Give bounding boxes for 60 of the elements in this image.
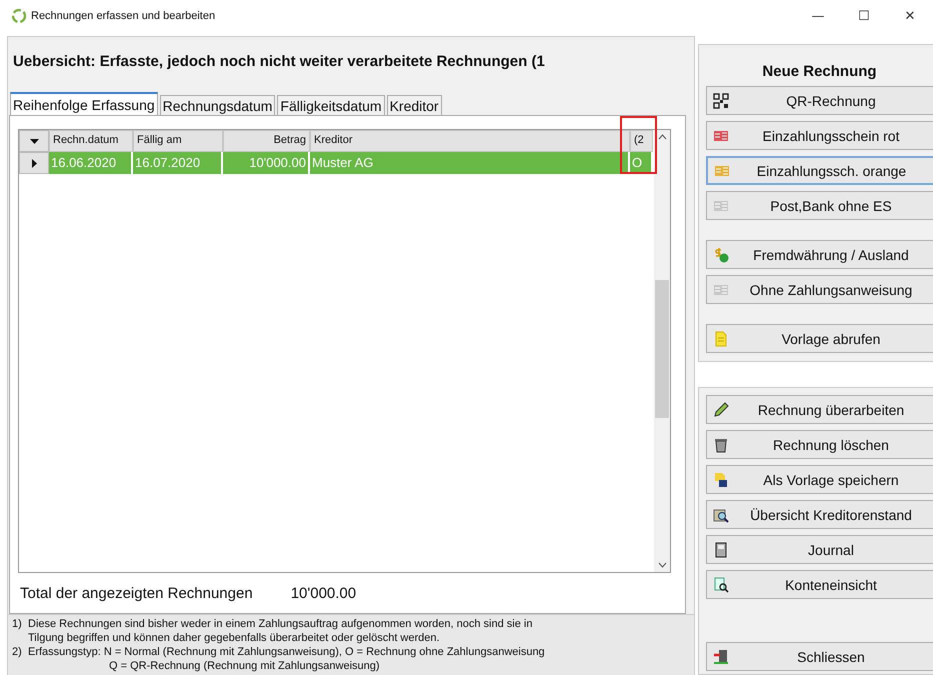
total-value: 10'000.00 [290,584,356,602]
table-cell: 16.06.2020 [49,152,133,174]
window-control-button[interactable]: ✕ [887,0,933,32]
window-control-button[interactable]: — [795,0,841,32]
action-button[interactable]: Als Vorlage speichern [706,465,933,494]
scrollbar[interactable] [654,130,670,572]
action-button[interactable]: Schliessen [706,642,933,671]
action-button[interactable]: Konteneinsicht [706,570,933,599]
column-header[interactable]: Betrag [223,130,310,152]
footnote-text: Erfassungstyp: N = Normal (Rechnung mit Zahlungsanweisung), O = Rechnung ohne Zahlungsanweisung [28,645,545,659]
footnote-text: Q = QR-Rechnung (Rechnung mit Zahlungsanweisung) [108,659,381,673]
tab[interactable]: Reihenfolge Erfassung [10,92,158,115]
window-control-button[interactable]: ☐ [841,0,887,32]
footnote-text: Tilgung begriffen und können daher gegebenfalls überarbeitet oder gelöscht werden. [28,631,441,645]
table-cell: 10'000.00 [223,152,310,174]
footnote-text: Diese Rechnungen sind bisher weder in einem Zahlungsauftrag aufgenommen worden, noch sind sie in [28,617,532,631]
journal-icon [713,542,729,558]
table-cell: 16.07.2020 [133,152,223,174]
action-button[interactable]: Übersicht Kreditorenstand [706,500,933,529]
tab[interactable]: Kreditor [386,95,442,115]
column-header[interactable]: Kreditor [310,130,630,152]
action-button[interactable]: QR-Rechnung [706,86,933,115]
scroll-up-icon [658,134,666,140]
pencil-icon [713,402,729,418]
action-button[interactable]: Fremdwährung / Ausland [706,240,933,269]
action-button[interactable]: Journal [706,535,933,564]
action-button[interactable]: Ohne Zahlungsanweisung [706,275,933,304]
action-button[interactable]: Rechnung überarbeiten [706,395,933,424]
caret-down-icon [30,138,38,144]
tab[interactable]: Fälligkeitsdatum [277,95,385,115]
column-header[interactable]: (2 [630,130,653,152]
caret-right-icon [32,158,36,168]
row-indicator[interactable] [19,152,49,174]
overview-heading: Uebersicht: Erfasste, jedoch noch nicht weiter verarbeitete Rechnungen (1 [12,52,546,72]
currency-icon [713,246,729,262]
action-button[interactable]: Vorlage abrufen [706,324,933,353]
scroll-down-icon [658,562,666,568]
tab[interactable]: Rechnungsdatum [160,95,276,115]
action-button[interactable]: Einzahlungsschein rot [706,121,933,150]
trash-icon [713,436,729,452]
footnote-mark: 2) [12,645,23,660]
magnifier-icon [713,506,729,522]
qr-code-icon [713,92,729,108]
app-logo-icon [12,9,26,23]
action-button[interactable]: Post,Bank ohne ES [706,191,933,220]
action-button[interactable]: Einzahlungssch. orange [706,156,933,185]
door-exit-icon [713,648,729,664]
sort-header[interactable] [19,130,49,152]
column-header[interactable]: Fällig am [133,130,223,152]
total-label: Total der angezeigten Rechnungen [20,584,253,602]
document-icon [713,330,729,346]
column-header[interactable]: Rechn.datum [49,130,133,152]
footnote-mark: 1) [12,617,23,632]
window-title: Rechnungen erfassen und bearbeiten [31,10,216,22]
action-button[interactable]: Rechnung löschen [706,430,933,459]
save-icon [713,472,729,488]
sheet-search-icon [713,576,729,592]
table-cell: Muster AG [310,152,630,174]
panel-title: Neue Rechnung [761,62,878,82]
table-cell: O [630,152,653,174]
